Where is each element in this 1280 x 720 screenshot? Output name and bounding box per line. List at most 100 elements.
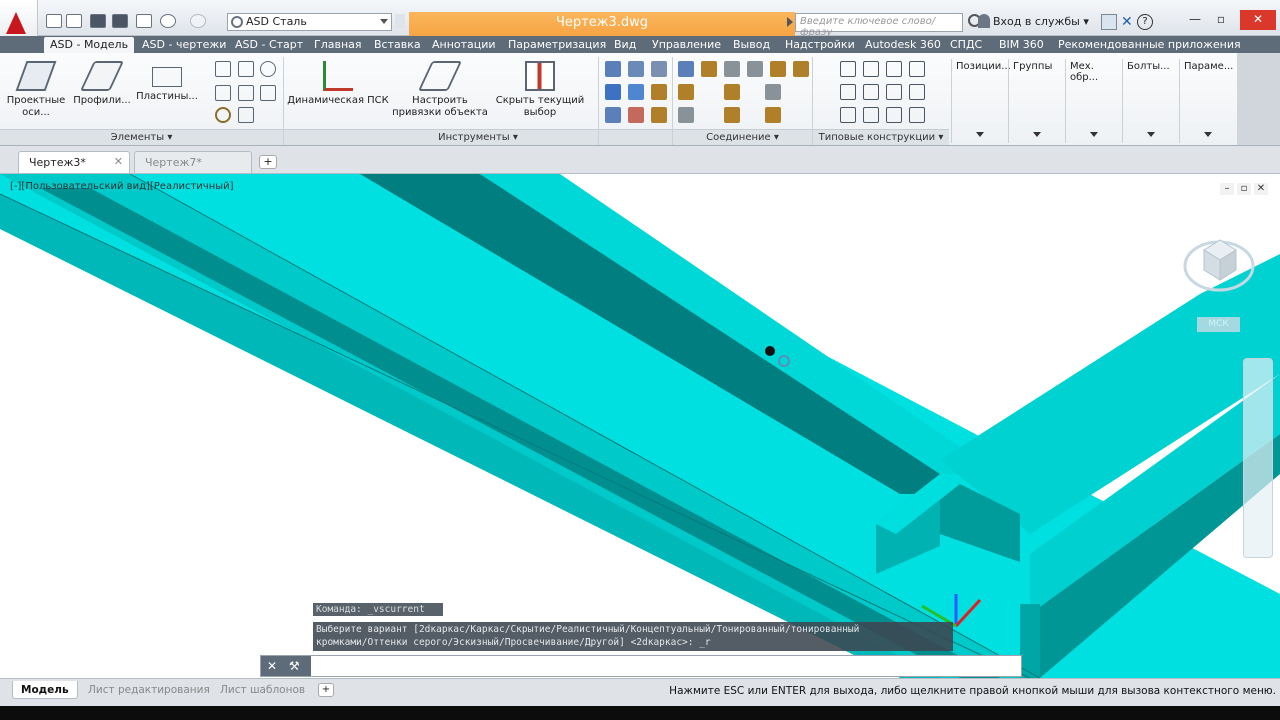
connection-icon-5[interactable] (770, 61, 786, 77)
tab-bim-360[interactable]: BIM 360 (993, 37, 1050, 53)
connection-icon-3[interactable] (724, 61, 740, 77)
search-input[interactable]: Введите ключевое слово/фразу (787, 13, 963, 38)
profiles-button[interactable]: Профили... (69, 59, 135, 107)
collapsed-panel-machining[interactable]: Мех. обр... (1065, 59, 1122, 143)
tool-icon-b3[interactable] (651, 84, 667, 100)
open-file-icon[interactable] (66, 14, 82, 28)
object-snap-button[interactable]: Настроить привязки объекта (390, 59, 490, 119)
connection-icon-6[interactable] (793, 61, 809, 77)
tab-featured-apps[interactable]: Рекомендованные приложения (1052, 37, 1247, 53)
new-file-icon[interactable] (46, 14, 62, 28)
save-icon[interactable] (90, 14, 106, 28)
customize-wrench-icon[interactable]: ⚒ (289, 659, 300, 673)
typical-icon-2[interactable] (863, 61, 879, 77)
element-tool-icon-1[interactable] (215, 61, 231, 77)
connection-icon-9[interactable] (765, 84, 781, 100)
wcs-menu[interactable]: МСК (1197, 317, 1240, 332)
collapsed-panel-parameters[interactable]: Параме... (1179, 59, 1236, 143)
connection-icon-2[interactable] (701, 61, 717, 77)
typical-icon-12[interactable] (909, 107, 925, 123)
tab-annotations[interactable]: Аннотации (426, 37, 502, 53)
save-as-icon[interactable] (112, 14, 128, 28)
typical-icon-8[interactable] (909, 84, 925, 100)
tools-panel-footer[interactable]: Инструменты ▾ (284, 129, 672, 145)
tab-parametric[interactable]: Параметризация (502, 37, 612, 53)
typical-icon-6[interactable] (863, 84, 879, 100)
qat-menu-icon[interactable] (395, 14, 405, 28)
hide-selection-button[interactable]: Скрыть текущий выбор (495, 59, 585, 119)
typical-icon-7[interactable] (886, 84, 902, 100)
tool-icon-b2[interactable] (628, 84, 644, 100)
tab-asd-model[interactable]: ASD - Модель (44, 37, 135, 53)
typical-icon-11[interactable] (886, 107, 902, 123)
tool-icon-c2[interactable] (628, 107, 644, 123)
file-tab-drawing7[interactable]: Чертеж7* (134, 151, 252, 173)
close-button[interactable]: ✕ (1240, 10, 1276, 30)
element-tool-icon-7[interactable] (238, 107, 254, 123)
element-tool-icon-4[interactable] (215, 85, 231, 101)
typical-icon-10[interactable] (863, 107, 879, 123)
typical-icon-3[interactable] (886, 61, 902, 77)
typical-icon-5[interactable] (840, 84, 856, 100)
viewport-restore-icon[interactable]: ▫ (1237, 183, 1251, 195)
connection-icon-4[interactable] (747, 61, 763, 77)
tab-output[interactable]: Вывод (727, 37, 776, 53)
layout-tab-model[interactable]: Модель (12, 681, 78, 699)
tab-autodesk-360[interactable]: Autodesk 360 (859, 37, 947, 53)
close-command-icon[interactable]: ✕ (267, 659, 277, 673)
tab-manage[interactable]: Управление (646, 37, 727, 53)
element-tool-icon-3[interactable] (260, 61, 276, 77)
viewport-close-icon[interactable]: ✕ (1254, 183, 1268, 195)
navigation-bar[interactable] (1243, 358, 1273, 558)
maximize-button[interactable]: ▫ (1208, 10, 1234, 30)
tool-icon-a2[interactable] (628, 61, 644, 77)
sign-in-button[interactable]: Вход в службы ▾ (993, 15, 1089, 28)
user-icon[interactable] (978, 14, 990, 28)
tab-asd-drawings[interactable]: ASD - чертежи (136, 37, 232, 53)
tool-icon-a1[interactable] (605, 61, 621, 77)
circle-tool-icon[interactable] (215, 107, 231, 123)
typical-icon-1[interactable] (840, 61, 856, 77)
close-icon[interactable]: ✕ (114, 155, 123, 168)
tool-icon-a3[interactable] (651, 61, 667, 77)
undo-icon[interactable] (160, 14, 176, 28)
connections-panel-footer[interactable]: Соединение ▾ (673, 129, 812, 145)
viewport-minimize-icon[interactable]: – (1220, 183, 1234, 195)
minimize-button[interactable]: — (1182, 10, 1208, 30)
command-input[interactable] (313, 658, 993, 674)
viewport-controls-label[interactable]: [-][Пользовательский вид][Реалистичный] (10, 181, 234, 192)
dynamic-ucs-button[interactable]: Динамическая ПСК (285, 59, 391, 107)
collapsed-panel-groups[interactable]: Группы (1008, 59, 1065, 143)
connection-icon-8[interactable] (724, 84, 740, 100)
exchange-apps-icon[interactable] (1101, 14, 1117, 30)
workspace-select[interactable]: ASD Сталь (227, 13, 392, 31)
viewcube[interactable] (1182, 224, 1256, 298)
collapsed-panel-positions[interactable]: Позиции... (951, 59, 1011, 143)
layout-tab-edit-sheet[interactable]: Лист редактирования (80, 681, 218, 699)
element-tool-icon-2[interactable] (238, 61, 254, 77)
tab-asd-start[interactable]: ASD - Старт (229, 37, 309, 53)
connection-icon-1[interactable] (678, 61, 694, 77)
help-icon[interactable]: ? (1137, 14, 1153, 30)
tab-view[interactable]: Вид (608, 37, 642, 53)
tab-addins[interactable]: Надстройки (779, 37, 861, 53)
layout-tab-template-sheet[interactable]: Лист шаблонов (212, 681, 313, 699)
tool-icon-b1[interactable] (605, 84, 621, 100)
x-icon[interactable]: ✕ (1121, 14, 1137, 30)
tab-insert[interactable]: Вставка (368, 37, 427, 53)
typical-icon-4[interactable] (909, 61, 925, 77)
connection-icon-11[interactable] (724, 107, 740, 123)
collapsed-panel-bolts[interactable]: Болты... (1122, 59, 1179, 143)
typical-panel-footer[interactable]: Типовые конструкции ▾ (813, 129, 949, 145)
element-tool-icon-5[interactable] (238, 85, 254, 101)
add-layout-button[interactable]: + (318, 683, 334, 697)
element-tool-icon-6[interactable] (260, 85, 276, 101)
tool-icon-c3[interactable] (651, 107, 667, 123)
print-icon[interactable] (136, 14, 152, 28)
redo-icon[interactable] (190, 14, 206, 28)
tab-spds[interactable]: СПДС (944, 37, 988, 53)
connection-icon-7[interactable] (678, 84, 694, 100)
new-tab-button[interactable]: + (259, 155, 277, 169)
connection-icon-12[interactable] (765, 107, 781, 123)
elements-panel-footer[interactable]: Элементы ▾ (0, 129, 283, 145)
